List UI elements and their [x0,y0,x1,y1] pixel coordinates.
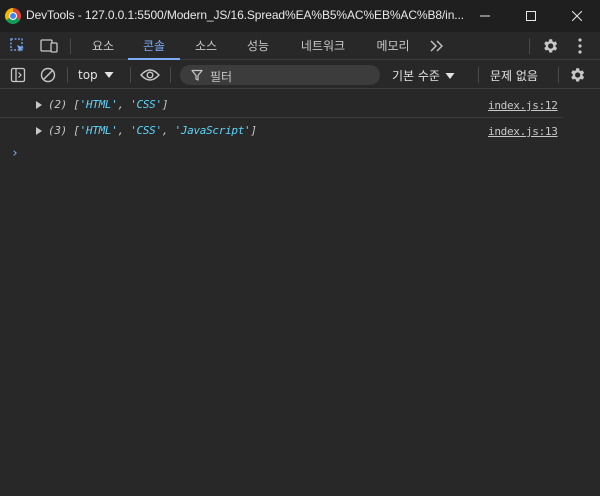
live-expression-button[interactable] [139,66,161,84]
tab-sources[interactable]: 소스 [182,32,230,59]
expand-triangle-icon[interactable] [36,101,42,109]
filter-input[interactable]: 필터 [180,65,380,85]
toolbar-divider [67,67,68,83]
device-toolbar-button[interactable] [38,37,60,55]
console-prompt[interactable]: › [11,146,19,161]
tab-console[interactable]: 콘솔 [128,32,180,60]
clear-icon [40,67,56,83]
log-levels-label: 기본 수준 [392,69,440,83]
gear-icon [544,39,558,53]
tab-label: 성능 [246,39,270,53]
device-toggle-icon [40,39,58,53]
toolbar-divider [558,67,559,83]
source-link[interactable]: index.js:12 [488,99,558,112]
log-array-preview: (2) ['HTML', 'CSS'] [48,98,169,111]
javascript-context-select[interactable]: top [78,66,114,84]
toolbar-divider [130,67,131,83]
panel-tab-bar: 요소 콘솔 소스 성능 네트워크 메모리 [0,32,600,60]
tab-elements[interactable]: 요소 [80,32,126,59]
array-item: 'HTML' [79,124,118,137]
customize-menu-button[interactable] [572,36,588,56]
console-output: (2) ['HTML', 'CSS'] index.js:12 (3) ['HT… [0,90,600,496]
log-levels-dropdown[interactable]: 기본 수준 [392,67,455,84]
inspect-element-icon [10,38,24,52]
source-link[interactable]: index.js:13 [488,125,558,138]
dropdown-triangle-icon [445,72,455,79]
toolbar-divider [170,67,171,83]
tab-label: 요소 [91,39,115,53]
kebab-menu-icon [578,38,582,54]
settings-button[interactable] [540,36,560,56]
more-tabs-button[interactable] [428,37,446,55]
context-value: top [78,68,98,82]
maximize-icon [526,11,536,21]
maximize-button[interactable] [508,0,554,32]
toolbar-divider [70,38,71,54]
tab-performance[interactable]: 성능 [234,32,282,59]
dropdown-triangle-icon [104,72,114,78]
array-length: (3) [48,124,67,137]
filter-placeholder: 필터 [210,70,233,84]
tab-label: 콘솔 [142,39,166,53]
tab-memory[interactable]: 메모리 [364,32,422,59]
double-chevron-right-icon [430,40,443,52]
tab-label: 네트워크 [300,39,346,53]
tab-network[interactable]: 네트워크 [288,32,358,59]
gear-icon [571,68,585,82]
expand-triangle-icon[interactable] [36,127,42,135]
chrome-logo-icon [5,8,21,24]
tab-label: 소스 [194,39,218,53]
array-length: (2) [48,98,67,111]
sidebar-toggle-icon [10,67,26,83]
array-item: 'CSS' [130,124,162,137]
toolbar-divider [478,67,479,83]
array-item: 'CSS' [130,98,162,111]
console-settings-button[interactable] [567,65,587,85]
log-array-preview: (3) ['HTML', 'CSS', 'JavaScript'] [48,124,257,137]
array-item: 'HTML' [79,98,118,111]
inspect-element-button[interactable] [8,37,28,55]
console-message[interactable]: (2) ['HTML', 'CSS'] index.js:12 [0,92,563,118]
clear-console-button[interactable] [39,66,57,84]
console-toolbar: top 필터 기본 수준 문제 없음 [0,61,600,89]
issues-counter[interactable]: 문제 없음 [490,67,538,84]
filter-funnel-icon [191,69,203,81]
eye-icon [140,69,160,81]
show-sidebar-button[interactable] [9,66,27,84]
tab-label: 메모리 [376,39,410,53]
toolbar-divider [529,38,530,54]
title-bar: DevTools - 127.0.0.1:5500/Modern_JS/16.S… [0,0,600,32]
minimize-button[interactable] [462,0,508,32]
console-message[interactable]: (3) ['HTML', 'CSS', 'JavaScript'] index.… [0,118,563,144]
close-button[interactable] [554,0,600,32]
array-item: 'JavaScript' [174,124,251,137]
close-icon [572,11,582,21]
minimize-icon [480,15,490,17]
window-title: DevTools - 127.0.0.1:5500/Modern_JS/16.S… [26,8,465,22]
